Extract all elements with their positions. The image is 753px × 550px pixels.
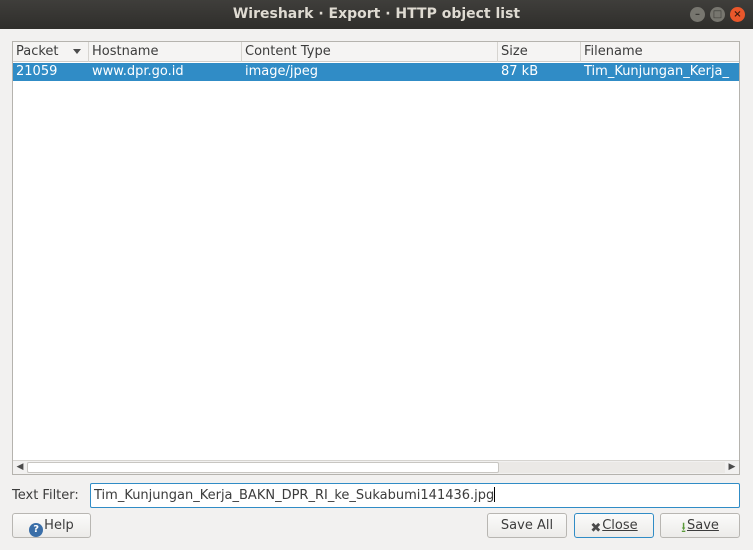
column-header-filename[interactable]: Filename [581,42,739,62]
window-title: Wireshark · Export · HTTP object list [232,6,521,22]
close-icon: ✖ [590,521,602,536]
scroll-left-icon[interactable]: ◀ [13,461,27,474]
table-row[interactable]: 21059 www.dpr.go.id image/jpeg 87 kB Tim… [13,63,739,81]
close-button-label: Close [602,518,638,533]
text-cursor [494,487,496,502]
save-icon: ⭳ [681,520,686,536]
help-button-label: Help [44,518,74,533]
save-button[interactable]: ⭳Save [660,513,740,538]
save-all-button[interactable]: Save All [487,513,567,538]
column-header-hostname[interactable]: Hostname [89,42,242,62]
table-header: Packet Hostname Content Type Size Filena… [13,42,739,62]
text-filter-value: Tim_Kunjungan_Kerja_BAKN_DPR_RI_ke_Sukab… [94,488,495,503]
scrollbar-thumb[interactable] [27,462,499,473]
cell-filename: Tim_Kunjungan_Kerja_ [584,64,730,79]
text-filter-label: Text Filter: [12,488,79,503]
export-http-dialog: Packet Hostname Content Type Size Filena… [0,29,753,550]
text-filter-input[interactable]: Tim_Kunjungan_Kerja_BAKN_DPR_RI_ke_Sukab… [90,483,740,508]
horizontal-scrollbar[interactable]: ◀ ▶ [13,460,739,474]
help-icon: ? [29,523,44,537]
cell-hostname: www.dpr.go.id [92,64,184,79]
save-button-label: Save [686,518,719,533]
cell-packet: 21059 [16,64,58,79]
sort-descending-icon [73,49,81,54]
close-button[interactable]: ✖Close [574,513,654,538]
column-header-content-type[interactable]: Content Type [242,42,498,62]
scroll-right-icon[interactable]: ▶ [725,461,739,474]
help-button[interactable]: ? Help [12,513,91,538]
window-titlebar: – □ × Wireshark · Export · HTTP object l… [0,0,753,29]
column-header-size[interactable]: Size [498,42,581,62]
cell-size: 87 kB [501,64,539,79]
http-object-table: Packet Hostname Content Type Size Filena… [12,41,740,475]
cell-content-type: image/jpeg [245,64,318,79]
column-header-packet[interactable]: Packet [13,42,89,62]
